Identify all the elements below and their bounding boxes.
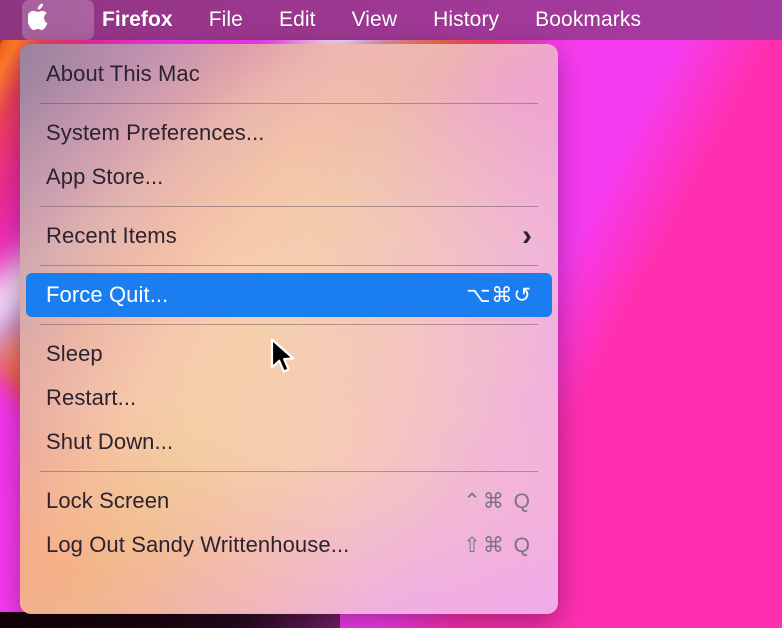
menu-item-label: Lock Screen bbox=[46, 488, 170, 513]
menu-separator bbox=[40, 324, 538, 325]
menu-item-force-quit[interactable]: Force Quit... ⌥⌘↺ bbox=[26, 273, 552, 317]
menu-item-label: Shut Down... bbox=[46, 429, 174, 454]
menu-item-recent-items[interactable]: Recent Items › bbox=[26, 214, 552, 258]
menu-bar-item-firefox[interactable]: Firefox bbox=[102, 8, 173, 32]
menu-item-lock-screen[interactable]: Lock Screen ⌃⌘ Q bbox=[26, 479, 552, 523]
apple-menu-items: About This Mac System Preferences... App S… bbox=[20, 44, 558, 614]
desktop-screen: Firefox File Edit View History Bookmarks… bbox=[0, 0, 782, 628]
menu-separator bbox=[40, 103, 538, 104]
menu-bar-item-view[interactable]: View bbox=[352, 8, 398, 32]
menu-item-sleep[interactable]: Sleep bbox=[26, 332, 552, 376]
menu-item-log-out-sandy-writtenhouse[interactable]: Log Out Sandy Writtenhouse... ⇧⌘ Q bbox=[26, 523, 552, 567]
menu-item-restart[interactable]: Restart... bbox=[26, 376, 552, 420]
menu-separator bbox=[40, 206, 538, 207]
menu-bar-item-apple[interactable] bbox=[0, 0, 94, 40]
menu-item-label: App Store... bbox=[46, 164, 164, 189]
menu-item-shortcut: ⇧⌘ Q bbox=[463, 533, 532, 557]
menu-item-shut-down[interactable]: Shut Down... bbox=[26, 420, 552, 464]
apple-menu-dropdown: About This Mac System Preferences... App S… bbox=[20, 44, 558, 614]
menu-separator bbox=[40, 265, 538, 266]
menu-bar-item-bookmarks[interactable]: Bookmarks bbox=[535, 8, 641, 32]
menu-separator bbox=[40, 471, 538, 472]
menu-item-about-this-mac[interactable]: About This Mac bbox=[26, 52, 552, 96]
chevron-right-icon: › bbox=[522, 219, 532, 252]
menu-bar-item-edit[interactable]: Edit bbox=[279, 8, 316, 32]
wallpaper-bottom-edge bbox=[0, 612, 340, 628]
menu-item-label: Restart... bbox=[46, 385, 137, 410]
menu-item-label: Recent Items bbox=[46, 223, 177, 248]
menu-item-app-store[interactable]: App Store... bbox=[26, 155, 552, 199]
menu-item-label: Sleep bbox=[46, 341, 103, 366]
menu-bar-item-file[interactable]: File bbox=[209, 8, 243, 32]
apple-logo-icon bbox=[27, 3, 52, 37]
menu-item-label: About This Mac bbox=[46, 61, 200, 86]
menu-bar: Firefox File Edit View History Bookmarks bbox=[0, 0, 782, 40]
menu-item-shortcut: ⌥⌘↺ bbox=[466, 283, 532, 307]
menu-item-label: Force Quit... bbox=[46, 282, 169, 307]
menu-item-label: System Preferences... bbox=[46, 120, 265, 145]
menu-bar-item-history[interactable]: History bbox=[433, 8, 499, 32]
menu-item-shortcut: ⌃⌘ Q bbox=[463, 489, 532, 513]
menu-item-system-preferences[interactable]: System Preferences... bbox=[26, 111, 552, 155]
menu-item-label: Log Out Sandy Writtenhouse... bbox=[46, 532, 350, 557]
